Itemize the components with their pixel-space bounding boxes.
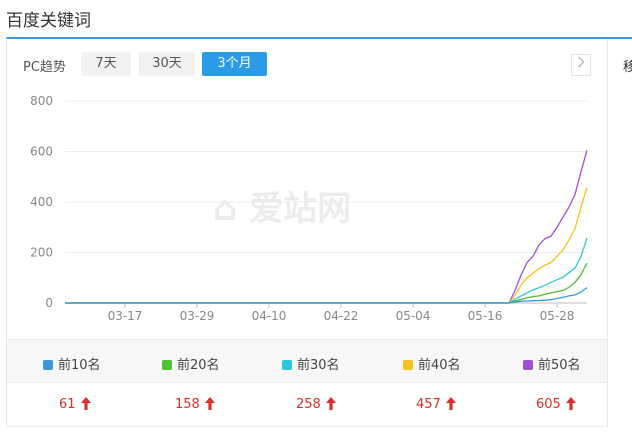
legend-item-top40[interactable]: 前40名 [403,354,461,373]
trend-card: PC趋势 7天 30天 3个月 ⌂ 爱站网 0 200 400 600 800 03-17… [6,37,632,427]
arrow-up-icon [204,397,215,410]
series-line [65,237,588,304]
legend-item-top20[interactable]: 前20名 [162,354,220,373]
y-tick-label: 0 [45,296,53,310]
x-tick-label: 05-16 [468,309,503,323]
series-line [65,187,588,304]
x-tick-label: 04-22 [324,309,359,323]
legend-item-top10[interactable]: 前10名 [43,354,101,373]
trend-chart: 0 200 400 600 800 03-17 03-29 04-10 04-22 05-04 05… [30,94,588,323]
value-top20: 158 [175,397,215,412]
legend-label: 前20名 [177,358,220,373]
x-tick-label: 05-28 [540,309,575,323]
value-top30: 258 [296,397,336,412]
x-tick-label: 03-17 [108,309,143,323]
x-tick-label: 03-29 [180,309,215,323]
value-number: 158 [175,397,200,412]
series-line [65,287,588,304]
legend-label: 前10名 [58,358,101,373]
y-tick-label: 400 [30,195,53,209]
value-top50: 605 [536,397,576,412]
legend-swatch [43,360,53,370]
legend-swatch [403,360,413,370]
y-tick-label: 200 [30,246,53,260]
value-number: 457 [416,397,441,412]
value-top10: 61 [59,397,91,412]
value-number: 258 [296,397,321,412]
legend-label: 前50名 [538,358,581,373]
series-line [65,150,588,304]
legend-swatch [523,360,533,370]
series-line [65,262,588,304]
legend-label: 前30名 [297,358,340,373]
value-number: 61 [59,397,76,412]
page-title: 百度关键词 [6,11,91,31]
mobile-trend-label: 移 [623,60,632,75]
side-divider [607,39,608,427]
value-top40: 457 [416,397,456,412]
values-row: 61 158 258 457 605 [7,383,607,427]
legend-row: 前10名 前20名 前30名 前40名 前50名 [7,339,607,383]
legend-swatch [162,360,172,370]
y-tick-label: 600 [30,145,53,159]
legend-item-top50[interactable]: 前50名 [523,354,581,373]
arrow-up-icon [565,397,576,410]
y-tick-label: 800 [30,94,53,108]
value-number: 605 [536,397,561,412]
x-tick-label: 05-04 [396,309,431,323]
legend-label: 前40名 [418,358,461,373]
legend-item-top30[interactable]: 前30名 [282,354,340,373]
x-tick-label: 04-10 [252,309,287,323]
arrow-up-icon [80,397,91,410]
arrow-up-icon [445,397,456,410]
legend-swatch [282,360,292,370]
arrow-up-icon [325,397,336,410]
